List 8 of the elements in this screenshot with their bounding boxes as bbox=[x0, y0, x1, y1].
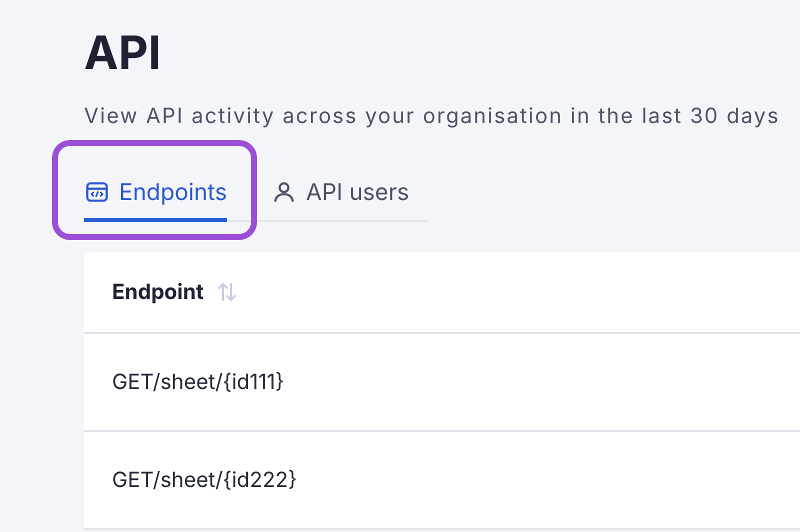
tab[interactable]: Endpoints bbox=[84, 168, 227, 222]
page-title: API bbox=[84, 26, 162, 80]
table-cell: GET/sheet/{id222} bbox=[112, 468, 298, 492]
tab[interactable]: API users bbox=[270, 168, 410, 222]
table-cell: GET/sheet/{id111} bbox=[112, 370, 284, 394]
sort-icon[interactable] bbox=[216, 280, 238, 304]
page-subtitle: View API activity across your organisation in the last 30 days bbox=[84, 104, 781, 130]
column-header: Endpoint bbox=[112, 280, 204, 304]
